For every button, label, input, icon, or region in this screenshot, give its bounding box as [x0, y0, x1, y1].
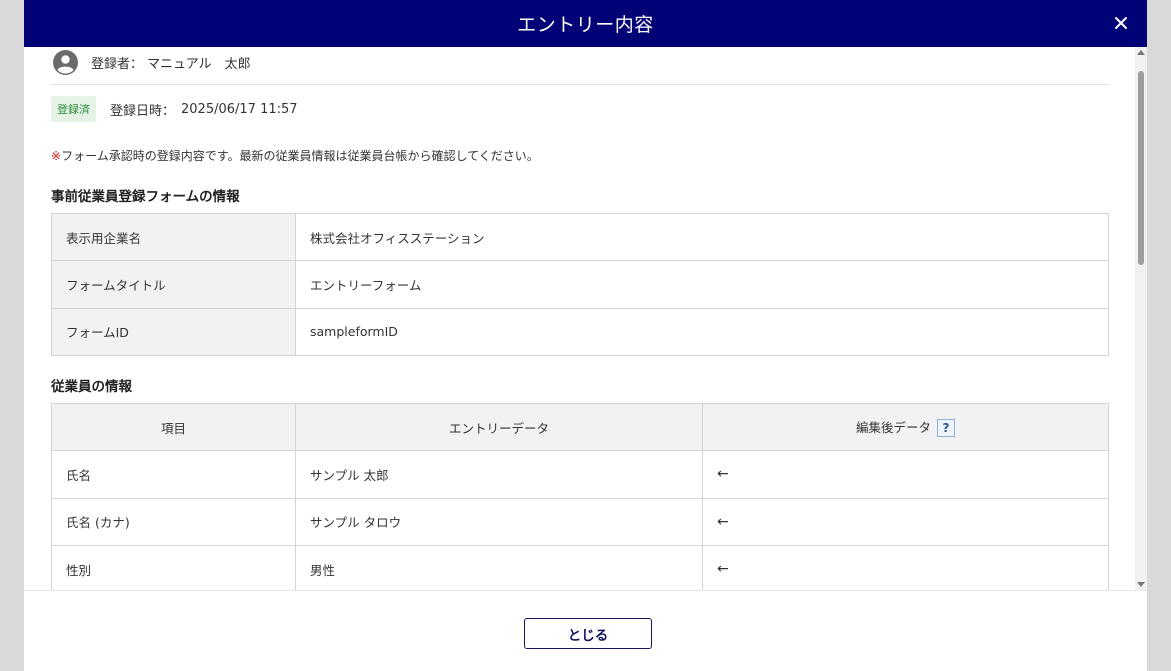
- column-header-edited-label: 編集後データ: [855, 419, 931, 435]
- notice-mark: ※: [51, 149, 62, 163]
- column-header-entry: エントリーデータ: [295, 402, 703, 452]
- scroll-down-arrow-icon[interactable]: [1137, 582, 1145, 587]
- table-header-row: 項目 エントリーデータ 編集後データ?: [51, 402, 1109, 452]
- registrant-row: 登録者： マニュアル 太郎: [53, 49, 251, 75]
- column-header-item: 項目: [51, 402, 296, 452]
- form-row-label: フォームタイトル: [51, 260, 296, 309]
- column-header-edited: 編集後データ?: [702, 402, 1109, 452]
- registrant-name: マニュアル 太郎: [147, 56, 251, 72]
- employee-item: 性別: [51, 544, 296, 590]
- employee-info-table: 項目 エントリーデータ 編集後データ? 氏名 サンプル 太郎 ← 氏名 (カナ)…: [51, 402, 1109, 590]
- employee-item: 氏名 (カナ): [51, 497, 296, 546]
- employee-item: 氏名: [51, 450, 296, 499]
- status-badge: 登録済: [51, 96, 96, 122]
- registered-at-value: 2025/06/17 11:57: [181, 101, 298, 117]
- employee-edited: ←: [702, 497, 1109, 546]
- divider: [51, 84, 1109, 85]
- modal-body[interactable]: 登録者： マニュアル 太郎 登録済 登録日時： 2025/06/17 11:57…: [24, 47, 1147, 590]
- table-row: フォームタイトル エントリーフォーム: [51, 260, 1109, 309]
- employee-entry: サンプル タロウ: [295, 497, 703, 546]
- scroll-up-arrow-icon[interactable]: [1137, 50, 1145, 55]
- form-row-label: フォームID: [51, 307, 296, 356]
- close-button[interactable]: とじる: [524, 618, 652, 649]
- table-row: 氏名 (カナ) サンプル タロウ ←: [51, 497, 1109, 546]
- modal-footer: とじる: [24, 590, 1147, 671]
- entry-modal: エントリー内容 登録者： マニュアル 太郎 登録済 登録日時： 2025/06/…: [24, 0, 1147, 671]
- form-info-table: 表示用企業名 株式会社オフィスステーション フォームタイトル エントリーフォーム…: [51, 212, 1109, 356]
- scroll-thumb[interactable]: [1138, 71, 1144, 265]
- modal-title: エントリー内容: [517, 14, 654, 36]
- registrant-label: 登録者：: [91, 56, 144, 72]
- notice-text: ※フォーム承認時の登録内容です。最新の従業員情報は従業員台帳から確認してください…: [51, 147, 539, 164]
- form-section-title: 事前従業員登録フォームの情報: [51, 189, 240, 205]
- vertical-scrollbar[interactable]: [1135, 47, 1147, 590]
- registered-at-label: 登録日時：: [110, 103, 176, 119]
- table-row: 表示用企業名 株式会社オフィスステーション: [51, 212, 1109, 262]
- status-row: 登録済 登録日時： 2025/06/17 11:57: [51, 96, 298, 122]
- table-row: フォームID sampleformID: [51, 307, 1109, 356]
- table-row: 氏名 サンプル 太郎 ←: [51, 450, 1109, 499]
- form-row-value: エントリーフォーム: [295, 260, 1109, 309]
- employee-entry: 男性: [295, 544, 703, 590]
- employee-edited: ←: [702, 450, 1109, 499]
- modal-header: エントリー内容: [24, 0, 1147, 47]
- form-row-value: sampleformID: [295, 307, 1109, 356]
- close-icon[interactable]: [1109, 11, 1133, 35]
- employee-section-title: 従業員の情報: [51, 379, 132, 395]
- notice-body: フォーム承認時の登録内容です。最新の従業員情報は従業員台帳から確認してください。: [61, 149, 539, 163]
- user-avatar-icon: [53, 49, 78, 75]
- help-icon[interactable]: ?: [937, 419, 955, 438]
- form-row-value: 株式会社オフィスステーション: [295, 212, 1109, 262]
- table-row: 性別 男性 ←: [51, 544, 1109, 590]
- employee-entry: サンプル 太郎: [295, 450, 703, 499]
- form-row-label: 表示用企業名: [51, 212, 296, 262]
- employee-edited: ←: [702, 544, 1109, 590]
